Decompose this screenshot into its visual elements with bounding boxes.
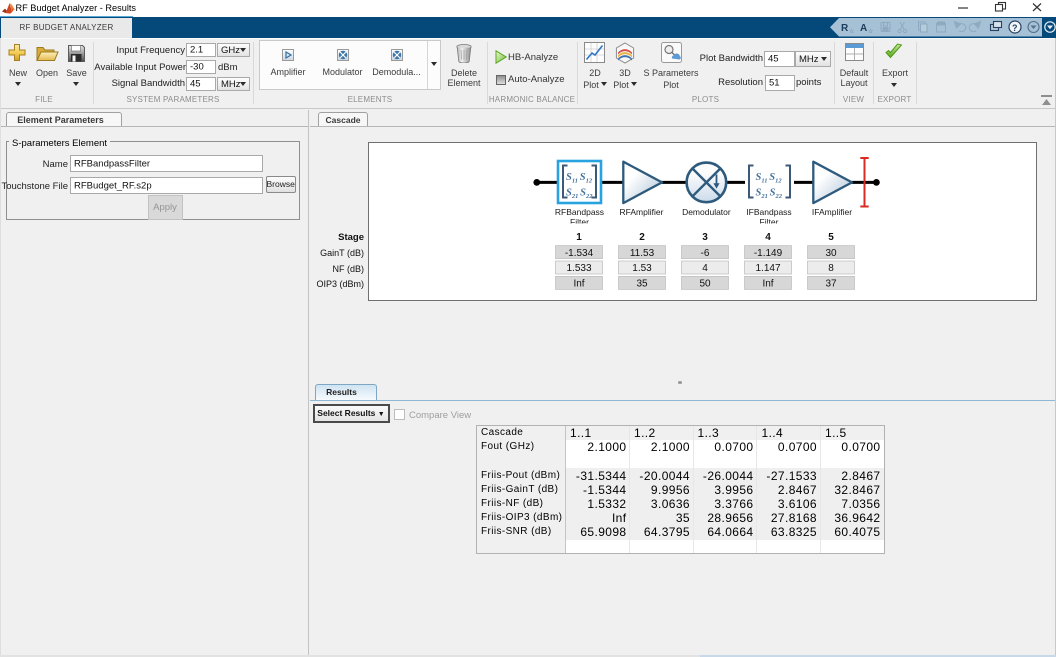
svg-text:5: 5 (828, 232, 834, 243)
svg-text:1.147: 1.147 (755, 263, 780, 274)
svg-text:☆: ☆ (849, 28, 854, 35)
svg-text:1.533: 1.533 (566, 263, 591, 274)
svg-text:-1.534: -1.534 (565, 248, 594, 259)
svg-text:-6: -6 (701, 248, 710, 259)
svg-text:Inf: Inf (762, 279, 773, 290)
svg-text:4: 4 (702, 263, 708, 274)
svg-text:Filter: Filter (570, 217, 589, 227)
svg-text:Filter: Filter (760, 217, 779, 227)
svg-text:35: 35 (636, 279, 648, 290)
svg-text:8: 8 (828, 263, 834, 274)
svg-text:37: 37 (825, 279, 837, 290)
svg-text:RFAmplifier: RFAmplifier (620, 207, 664, 217)
svg-text:IFBandpass: IFBandpass (746, 207, 791, 217)
svg-text:11.53: 11.53 (630, 248, 655, 259)
svg-text:4: 4 (765, 232, 771, 243)
svg-text:Inf: Inf (573, 279, 584, 290)
svg-text:☆: ☆ (868, 28, 873, 35)
svg-text:1: 1 (576, 232, 582, 243)
svg-text:Demodulator: Demodulator (682, 207, 731, 217)
svg-text:3: 3 (702, 232, 708, 243)
svg-text:A: A (860, 23, 867, 34)
svg-text:50: 50 (699, 279, 711, 290)
svg-text:-1.149: -1.149 (754, 248, 783, 259)
svg-text:IFAmplifier: IFAmplifier (812, 207, 852, 217)
svg-text:RFBandpass: RFBandpass (555, 207, 604, 217)
svg-text:2: 2 (639, 232, 645, 243)
svg-text:1.53: 1.53 (632, 263, 652, 274)
svg-text:?: ? (1012, 23, 1018, 33)
svg-text:R: R (841, 23, 849, 34)
svg-text:30: 30 (825, 248, 837, 259)
